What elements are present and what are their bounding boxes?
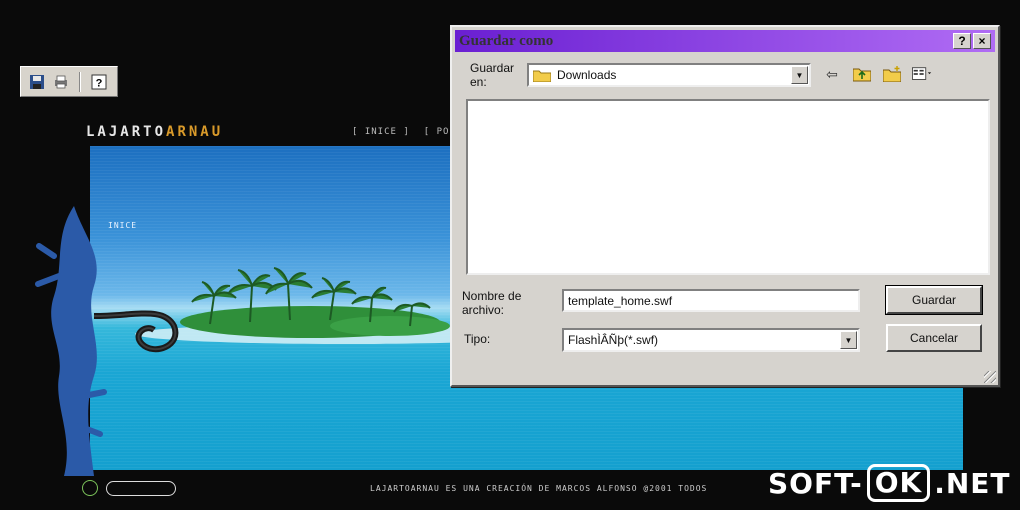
filename-label: Nombre de archivo: xyxy=(462,289,522,317)
save-in-value: Downloads xyxy=(557,68,617,82)
lizard-logo-graphic xyxy=(35,206,179,476)
site-footer-controls xyxy=(82,480,176,496)
new-folder-icon[interactable] xyxy=(882,65,902,83)
site-nav-item-index[interactable]: [ INICE ] xyxy=(352,127,410,137)
dialog-title-bar[interactable]: Guardar como ? × xyxy=(455,30,995,52)
file-list-pane[interactable] xyxy=(466,99,990,275)
filename-value: template_home.swf xyxy=(568,293,673,308)
view-menu-icon[interactable] xyxy=(912,65,932,83)
chevron-down-icon[interactable]: ▼ xyxy=(791,66,808,84)
title-buttons: ? × xyxy=(953,33,991,49)
back-arrow-icon[interactable]: ⇦ xyxy=(822,65,842,83)
site-logo-main: LAJARTO xyxy=(86,124,167,140)
resize-grip[interactable] xyxy=(984,371,996,383)
file-type-value: FlashÌÂÑþ(*.swf) xyxy=(568,333,659,347)
site-logo-accent: ARNAU xyxy=(166,124,224,140)
save-as-dialog: Guardar como ? × Guardar en: Downloads ▼… xyxy=(450,25,1000,387)
chevron-down-icon[interactable]: ▼ xyxy=(840,331,857,349)
watermark-prefix: SOFT- xyxy=(768,466,863,500)
save-in-dropdown[interactable]: Downloads ▼ xyxy=(527,63,811,87)
up-folder-icon[interactable] xyxy=(852,65,872,83)
dialog-nav-toolbar: ⇦ xyxy=(822,65,932,83)
player-toolbar: ? xyxy=(20,66,118,97)
site-logo: LAJARTOARNAU xyxy=(86,124,223,140)
footer-pill-button[interactable] xyxy=(106,480,176,496)
watermark-suffix: .NET xyxy=(934,466,1011,500)
save-in-label: Guardar en: xyxy=(470,61,515,89)
site-nav: [ INICE ] [ POR xyxy=(352,127,456,137)
watermark-logo: SOFT- OK .NET xyxy=(768,464,1011,502)
sound-toggle-icon[interactable] xyxy=(82,480,98,496)
print-icon[interactable] xyxy=(51,72,71,92)
type-label: Tipo: xyxy=(464,332,491,346)
flash-player-window: ? LAJARTOARNAU [ INICE ] [ POR INICE LAJ… xyxy=(0,0,1020,510)
cancel-button[interactable]: Cancelar xyxy=(886,324,982,352)
folder-icon xyxy=(532,69,552,82)
filename-input[interactable]: template_home.swf xyxy=(562,289,860,312)
save-icon[interactable] xyxy=(27,72,47,92)
help-button[interactable]: ? xyxy=(953,33,971,49)
watermark-boxed: OK xyxy=(866,464,931,502)
svg-text:?: ? xyxy=(96,77,103,89)
help-icon[interactable]: ? xyxy=(89,72,109,92)
file-type-dropdown[interactable]: FlashÌÂÑþ(*.swf) ▼ xyxy=(562,328,860,352)
dialog-title: Guardar como xyxy=(459,32,554,49)
save-button[interactable]: Guardar xyxy=(885,285,983,315)
site-footer-text: LAJARTOARNAU ES UNA CREACIÓN DE MARCOS A… xyxy=(370,484,708,493)
toolbar-separator xyxy=(79,71,81,92)
close-button[interactable]: × xyxy=(973,33,991,49)
